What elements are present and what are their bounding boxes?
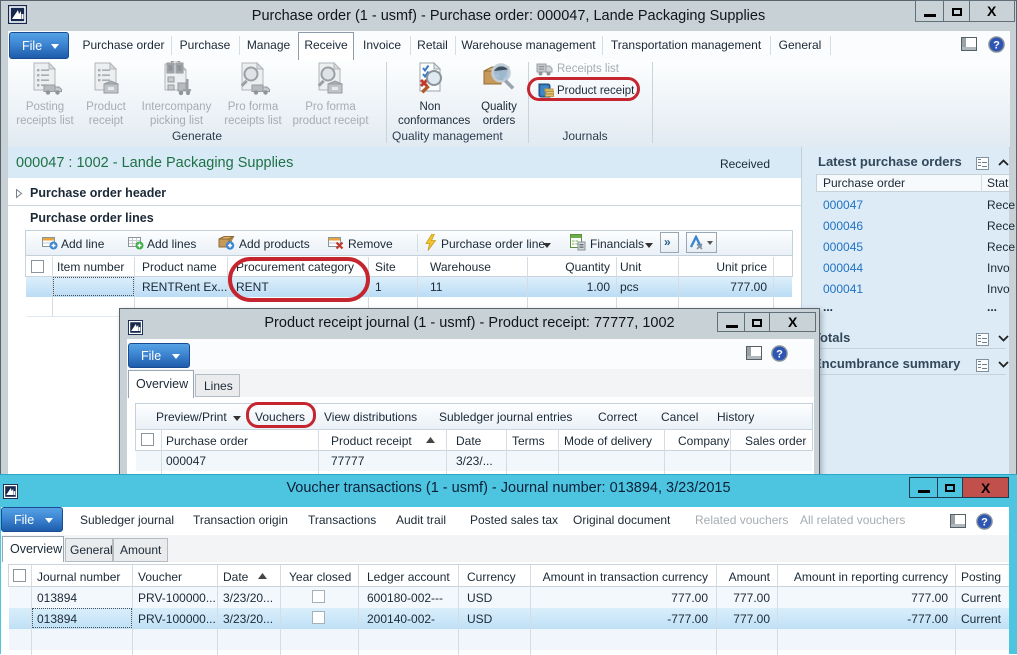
svg-text:?: ?	[981, 517, 988, 529]
svg-text:?: ?	[776, 349, 783, 361]
svg-text:?: ?	[993, 40, 1000, 52]
